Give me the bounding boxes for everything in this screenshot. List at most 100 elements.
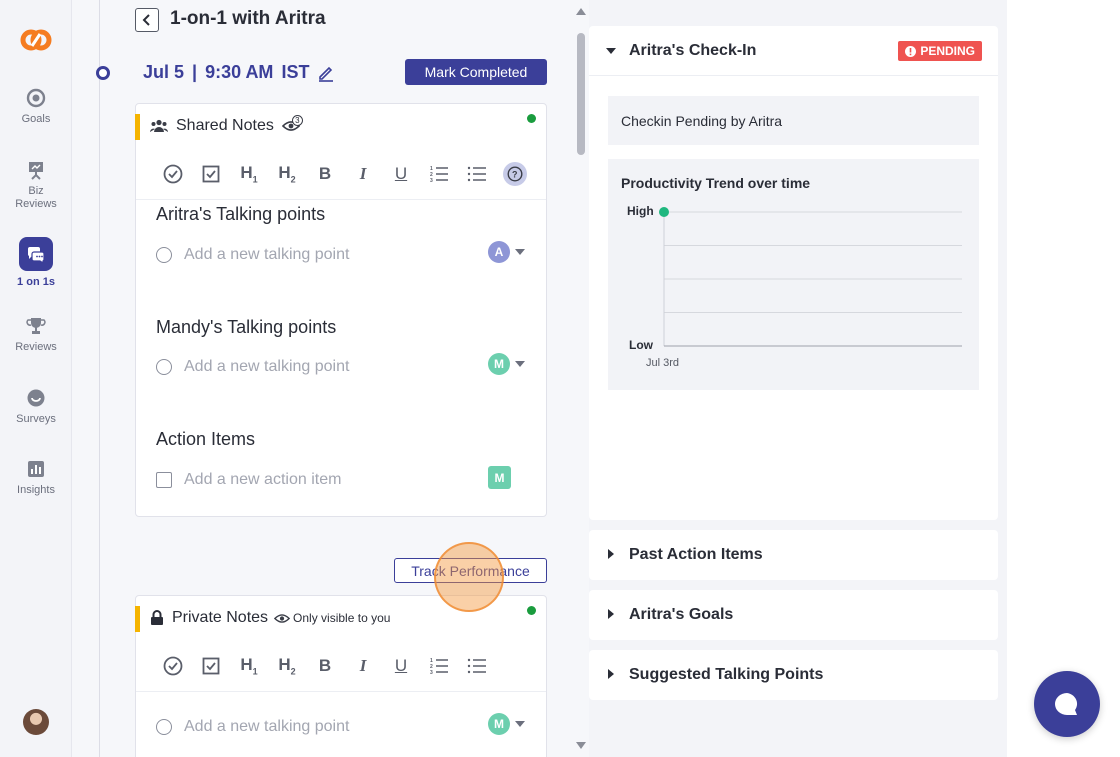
add-talking-point-row[interactable]: Add a new talking point bbox=[156, 718, 349, 736]
status-text: PENDING bbox=[920, 44, 975, 58]
heading2-button[interactable]: H2 bbox=[268, 159, 306, 189]
sidebar-item-biz-reviews[interactable]: Biz Reviews bbox=[0, 160, 72, 211]
app-logo[interactable] bbox=[20, 26, 52, 54]
scroll-down-arrow-icon[interactable] bbox=[576, 742, 586, 749]
scrollbar-thumb[interactable] bbox=[577, 33, 585, 155]
sidebar-item-reviews[interactable]: Reviews bbox=[0, 316, 72, 353]
checkbox-icon bbox=[202, 657, 220, 674]
underline-icon: U bbox=[394, 655, 408, 675]
accent-bar bbox=[135, 606, 140, 632]
viewers-indicator[interactable]: 3 bbox=[281, 115, 303, 132]
bar-chart-icon bbox=[28, 461, 44, 477]
sidebar-item-label: Surveys bbox=[16, 413, 56, 425]
goals-accordion[interactable]: Aritra's Goals bbox=[589, 590, 998, 640]
edit-icon[interactable] bbox=[317, 64, 335, 82]
add-action-item-input[interactable]: Add a new action item bbox=[184, 471, 341, 489]
active-indicator bbox=[19, 237, 53, 271]
checkbox-button[interactable] bbox=[192, 651, 230, 681]
underline-button[interactable]: U bbox=[382, 651, 420, 681]
heading1-icon: H1 bbox=[240, 162, 258, 185]
chat-support-button[interactable] bbox=[1034, 671, 1100, 737]
survey-icon bbox=[27, 389, 45, 407]
chevron-left-icon bbox=[142, 14, 150, 26]
accordion-header[interactable]: Past Action Items bbox=[589, 530, 998, 580]
sidebar-item-label: Goals bbox=[21, 113, 51, 125]
italic-button[interactable]: I bbox=[344, 159, 382, 189]
check-circle-button[interactable] bbox=[154, 159, 192, 189]
sidebar-item-label: Biz Reviews bbox=[15, 185, 57, 210]
caret-right-icon bbox=[608, 549, 614, 559]
visibility-note: Only visible to you bbox=[293, 611, 391, 625]
assignee-avatar: A bbox=[488, 241, 510, 263]
checkbox-button[interactable] bbox=[192, 159, 230, 189]
sidebar: Goals Biz Reviews 1 on 1s Reviews Survey… bbox=[0, 0, 72, 757]
productivity-trend-chart: Productivity Trend over time High Low Ju… bbox=[608, 159, 979, 390]
y-tick-low: Low bbox=[629, 338, 654, 352]
caret-down-icon bbox=[515, 249, 525, 255]
ordered-list-button[interactable]: 123 bbox=[420, 159, 458, 189]
add-talking-point-row[interactable]: Add a new talking point bbox=[156, 246, 349, 264]
add-action-item-row[interactable]: Add a new action item bbox=[156, 471, 341, 489]
checkbox-icon bbox=[156, 472, 172, 488]
caret-down-icon bbox=[515, 361, 525, 367]
assignee-dropdown[interactable]: A bbox=[488, 241, 525, 263]
avatar[interactable] bbox=[23, 709, 49, 735]
add-talking-point-input[interactable]: Add a new talking point bbox=[184, 358, 349, 376]
timeline-dot bbox=[96, 66, 110, 80]
target-icon bbox=[26, 88, 46, 108]
assignee-avatar: M bbox=[488, 353, 510, 375]
italic-button[interactable]: I bbox=[344, 651, 382, 681]
checkin-title: Aritra's Check-In bbox=[629, 41, 757, 59]
underline-icon: U bbox=[394, 163, 408, 183]
aritra-talking-points-title: Aritra's Talking points bbox=[156, 204, 326, 224]
assignee-dropdown[interactable]: M bbox=[488, 713, 525, 735]
bold-button[interactable]: B bbox=[306, 651, 344, 681]
bullet-list-icon bbox=[467, 166, 486, 181]
ordered-list-button[interactable]: 123 bbox=[420, 651, 458, 681]
accordion-title: Suggested Talking Points bbox=[629, 666, 824, 683]
past-action-items-accordion[interactable]: Past Action Items bbox=[589, 530, 998, 580]
page-title: 1-on-1 with Aritra bbox=[170, 8, 326, 29]
heading2-button[interactable]: H2 bbox=[268, 651, 306, 681]
add-talking-point-input[interactable]: Add a new talking point bbox=[184, 718, 349, 736]
check-circle-button[interactable] bbox=[154, 651, 192, 681]
bold-button[interactable]: B bbox=[306, 159, 344, 189]
mark-completed-button[interactable]: Mark Completed bbox=[405, 59, 547, 85]
private-notes-title: Private Notes bbox=[172, 609, 269, 626]
y-tick-high: High bbox=[627, 204, 654, 218]
svg-text:?: ? bbox=[512, 169, 518, 179]
checkin-header[interactable]: Aritra's Check-In PENDING bbox=[589, 26, 998, 76]
back-button[interactable] bbox=[135, 8, 159, 32]
sidebar-item-goals[interactable]: Goals bbox=[0, 88, 72, 125]
sidebar-item-insights[interactable]: Insights bbox=[0, 459, 72, 496]
accordion-title: Aritra's Goals bbox=[629, 606, 734, 623]
bold-icon: B bbox=[318, 163, 332, 183]
heading1-button[interactable]: H1 bbox=[230, 159, 268, 189]
editor-toolbar: H1 H2 B I U 123 bbox=[136, 640, 546, 692]
accordion-header[interactable]: Aritra's Goals bbox=[589, 590, 998, 640]
chart-gridlines bbox=[664, 211, 962, 313]
add-talking-point-row[interactable]: Add a new talking point bbox=[156, 358, 349, 376]
suggested-talking-points-accordion[interactable]: Suggested Talking Points bbox=[589, 650, 998, 700]
assignee-dropdown[interactable]: M bbox=[488, 353, 525, 375]
assignee-selector[interactable]: M bbox=[488, 466, 511, 489]
click-indicator bbox=[434, 542, 504, 612]
data-point[interactable] bbox=[659, 207, 669, 217]
checkin-status-message: Checkin Pending by Aritra bbox=[608, 96, 979, 145]
bullet-list-button[interactable] bbox=[458, 651, 496, 681]
scroll-up-arrow-icon[interactable] bbox=[576, 8, 586, 15]
sidebar-item-label: 1 on 1s bbox=[17, 276, 55, 288]
private-notes-card: Private Notes Only visible to you H1 H2 … bbox=[135, 595, 547, 757]
shared-notes-card: Shared Notes 3 H1 H2 B I U 123 ? Aritra'… bbox=[135, 103, 547, 517]
heading2-icon: H2 bbox=[278, 162, 296, 185]
add-talking-point-input[interactable]: Add a new talking point bbox=[184, 246, 349, 264]
bullet-list-button[interactable] bbox=[458, 159, 496, 189]
meeting-date: Jul 5 bbox=[143, 62, 185, 82]
underline-button[interactable]: U bbox=[382, 159, 420, 189]
help-button[interactable]: ? bbox=[496, 159, 534, 189]
group-icon bbox=[150, 119, 168, 132]
sidebar-item-surveys[interactable]: Surveys bbox=[0, 388, 72, 425]
sidebar-item-1-on-1s[interactable]: 1 on 1s bbox=[0, 237, 72, 288]
accordion-header[interactable]: Suggested Talking Points bbox=[589, 650, 998, 700]
heading1-button[interactable]: H1 bbox=[230, 651, 268, 681]
